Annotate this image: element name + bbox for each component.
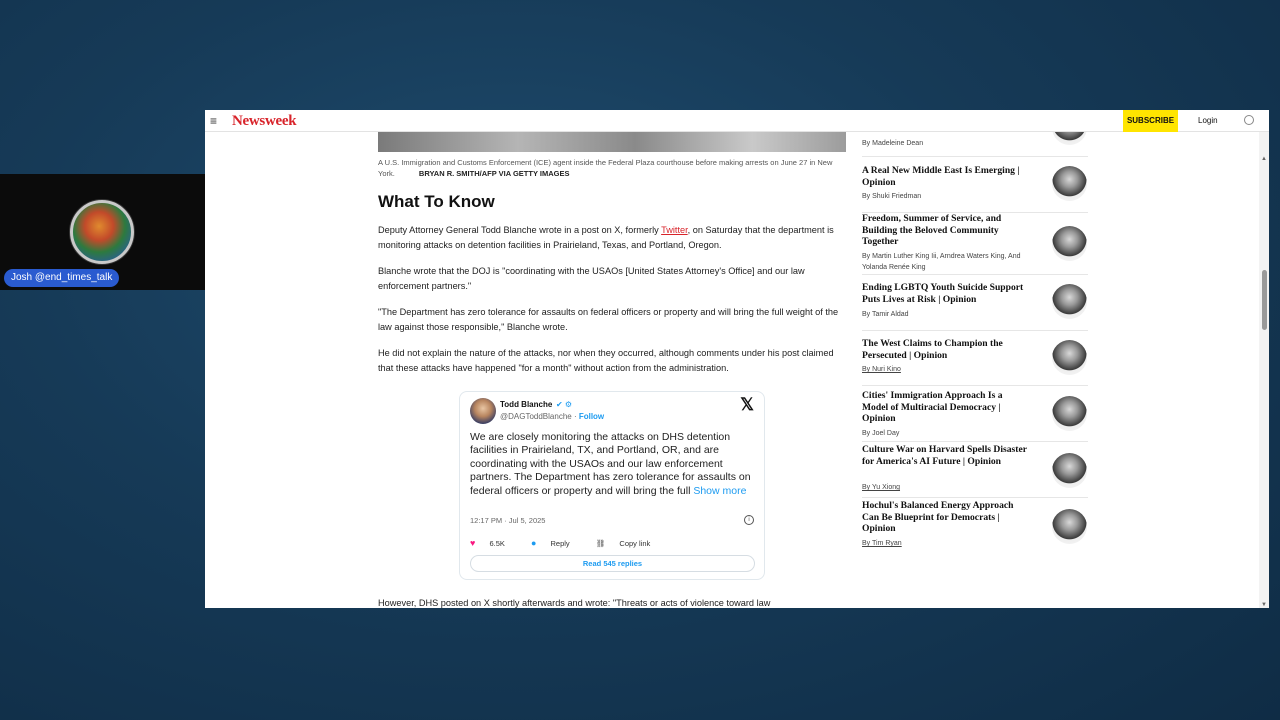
show-more-link[interactable]: Show more	[693, 485, 746, 497]
link-icon: ⛓	[595, 539, 606, 548]
author-photo	[1052, 509, 1087, 544]
sidebar-article-title[interactable]: Cities' Immigration Approach Is a Model …	[862, 390, 1030, 425]
author-photo	[1052, 396, 1087, 431]
copy-link-button[interactable]: ⛓ Copy link	[596, 539, 662, 548]
sidebar-article-author: By Shuki Friedman	[862, 193, 922, 200]
article-paragraph: However, DHS posted on X shortly afterwa…	[378, 598, 771, 608]
tweet-author-handle: @DAGToddBlanche · Follow	[500, 412, 605, 421]
sidebar-article-title[interactable]: The West Claims to Champion the Persecut…	[862, 338, 1030, 361]
like-button[interactable]: ♥ 6.5K	[470, 538, 517, 548]
article-paragraph: "The Department has zero tolerance for a…	[378, 307, 839, 332]
tweet-text: We are closely monitoring the attacks on…	[470, 431, 760, 498]
vertical-scrollbar[interactable]: ▲ ▼	[1259, 132, 1269, 608]
login-link[interactable]: Login	[1198, 110, 1218, 132]
author-photo	[1052, 284, 1087, 319]
photo-credit: BRYAN R. SMITH/AFP VIA GETTY IMAGES	[418, 169, 570, 178]
streamer-name-tag: Josh @end_times_talk	[4, 269, 120, 287]
sidebar-article-title[interactable]: Hochul's Balanced Energy Approach Can Be…	[862, 500, 1030, 535]
search-icon[interactable]	[1244, 115, 1254, 125]
sidebar-article-author[interactable]: By Yu Xiong	[862, 484, 900, 491]
webcam-overlay: Josh @end_times_talk	[0, 174, 205, 290]
sidebar-article[interactable]: Ending LGBTQ Youth Suicide Support Puts …	[862, 275, 1088, 331]
x-logo-icon[interactable]: 𝕏	[740, 395, 754, 415]
sidebar-article[interactable]: By Madeleine Dean	[862, 110, 1088, 157]
sidebar-article[interactable]: The West Claims to Champion the Persecut…	[862, 331, 1088, 386]
tweet-timestamp[interactable]: 12:17 PM · Jul 5, 2025	[470, 516, 545, 525]
article-paragraph: He did not explain the nature of the att…	[378, 348, 834, 373]
sidebar-article-author: By Tamir Aldad	[862, 311, 909, 318]
photo-caption: A U.S. Immigration and Customs Enforceme…	[378, 157, 848, 179]
follow-button[interactable]: Follow	[579, 412, 604, 421]
menu-icon[interactable]: ≡	[210, 115, 217, 127]
sidebar-article[interactable]: Freedom, Summer of Service, and Building…	[862, 213, 1088, 275]
read-replies-button[interactable]: Read 545 replies	[470, 555, 755, 572]
paragraph-text: Deputy Attorney General Todd Blanche wro…	[378, 225, 662, 235]
sidebar-article-title[interactable]: Freedom, Summer of Service, and Building…	[862, 213, 1030, 248]
verified-badge-icon: ✔ ⚙	[556, 400, 573, 409]
author-photo	[1052, 453, 1087, 488]
scrollbar-thumb[interactable]	[1262, 270, 1267, 330]
article-paragraph: Blanche wrote that the DOJ is "coordinat…	[378, 266, 805, 291]
sidebar-article-author: By Joel Day	[862, 430, 900, 437]
sidebar-article-title[interactable]: A Real New Middle East Is Emerging | Opi…	[862, 165, 1030, 188]
reply-label: Reply	[550, 539, 570, 548]
sidebar-article-author: By Martin Luther King Iii, Arndrea Water…	[862, 253, 1021, 271]
sidebar-article[interactable]: Cities' Immigration Approach Is a Model …	[862, 386, 1088, 442]
author-photo	[1052, 226, 1087, 261]
handle-text: @DAGToddBlanche	[500, 412, 572, 421]
sidebar-article-author[interactable]: By Nuri Kino	[862, 366, 901, 373]
reply-button[interactable]: ● Reply	[530, 538, 582, 548]
heart-icon: ♥	[470, 538, 476, 548]
embedded-tweet[interactable]: Todd Blanche ✔ ⚙ @DAGToddBlanche · Follo…	[459, 391, 765, 580]
browser-page: ≡ Newsweek SUBSCRIBE Login A U.S. Immigr…	[205, 110, 1269, 608]
scroll-up-icon[interactable]: ▲	[1261, 156, 1267, 162]
sidebar-article[interactable]: Hochul's Balanced Energy Approach Can Be…	[862, 498, 1088, 554]
article-paragraph: Deputy Attorney General Todd Blanche wro…	[378, 223, 848, 252]
reply-icon: ●	[530, 538, 537, 548]
section-heading: What To Know	[378, 192, 495, 211]
sidebar-article[interactable]: Culture War on Harvard Spells Disaster f…	[862, 442, 1088, 498]
info-icon[interactable]: i	[744, 515, 754, 525]
site-header: ≡ Newsweek SUBSCRIBE Login	[205, 110, 1269, 132]
tweet-author-name[interactable]: Todd Blanche	[500, 400, 552, 409]
author-photo	[1052, 166, 1087, 201]
author-photo	[1052, 340, 1087, 375]
sidebar-article-author: By Madeleine Dean	[862, 140, 924, 147]
like-count: 6.5K	[489, 539, 505, 548]
sidebar-article-author[interactable]: By Tim Ryan	[862, 540, 902, 547]
site-logo[interactable]: Newsweek	[232, 113, 297, 130]
copy-link-label: Copy link	[619, 539, 651, 548]
channel-avatar	[70, 200, 134, 264]
sidebar-article[interactable]: A Real New Middle East Is Emerging | Opi…	[862, 157, 1088, 213]
subscribe-button[interactable]: SUBSCRIBE	[1123, 110, 1178, 132]
scroll-down-icon[interactable]: ▼	[1261, 602, 1267, 608]
sidebar-article-title[interactable]: Culture War on Harvard Spells Disaster f…	[862, 444, 1030, 467]
tweet-author-avatar[interactable]	[470, 398, 496, 424]
article-photo	[378, 132, 846, 152]
sidebar-article-title[interactable]: Ending LGBTQ Youth Suicide Support Puts …	[862, 282, 1030, 305]
tweet-actions: ♥ 6.5K ● Reply ⛓ Copy link	[470, 538, 674, 548]
twitter-link[interactable]: Twitter	[661, 225, 688, 235]
